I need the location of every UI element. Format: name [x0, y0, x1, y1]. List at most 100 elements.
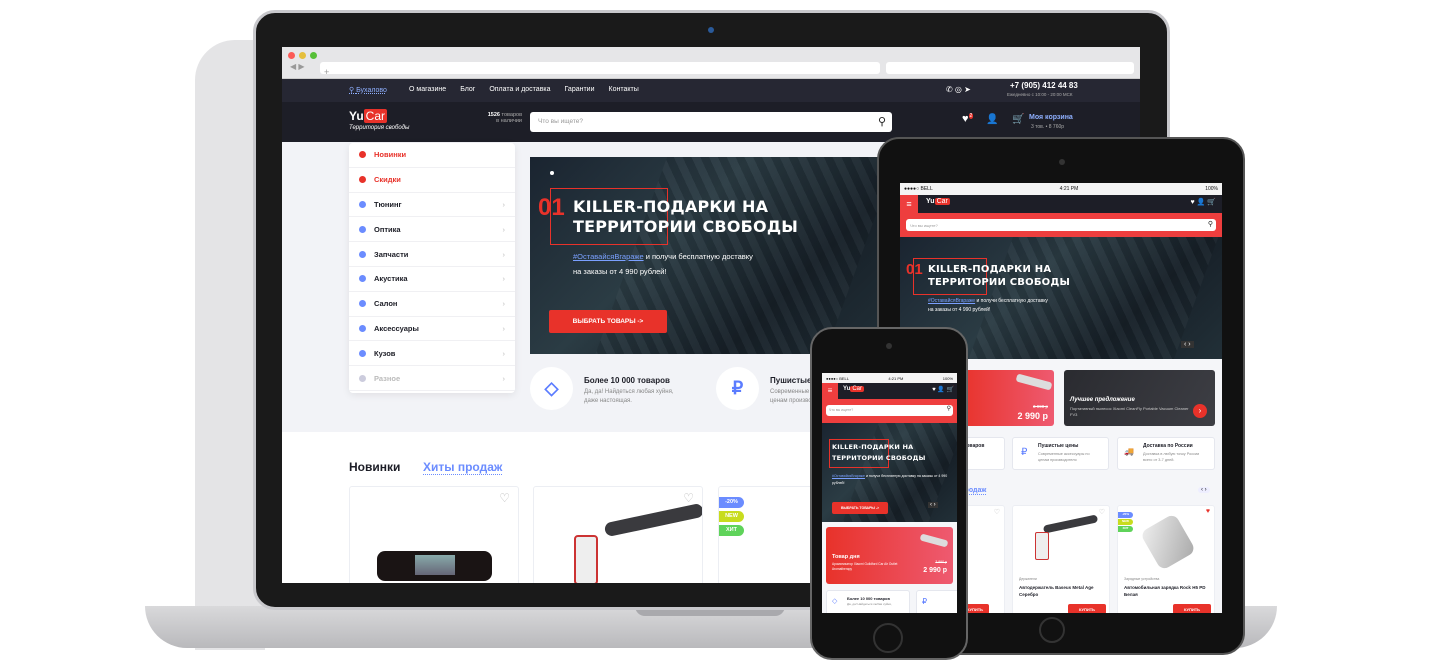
menu-icon[interactable]: ≡: [822, 383, 838, 399]
category-icon: [359, 250, 366, 258]
choose-products-button[interactable]: ВЫБРАТЬ ТОВАРЫ ->: [549, 310, 667, 333]
nav-link[interactable]: Блог: [460, 86, 475, 93]
promo-card[interactable]: Товар дня Ароматизатор Xiaomi Guildford …: [826, 527, 953, 584]
hashtag-link[interactable]: #ОставайсяВгараже: [573, 252, 644, 261]
hero-banner: KILLER-ПОДАРКИ НА ТЕРРИТОРИИ СВОБОДЫ #Ост…: [822, 423, 957, 522]
messenger-icons[interactable]: ✆ ◎ ➤: [946, 85, 971, 94]
product-card[interactable]: ♥ -20% NEW ХИТ Зарядные устройства Автом…: [1117, 505, 1215, 613]
category-icon: [359, 275, 366, 283]
category-icon: [359, 176, 366, 184]
menu-icon[interactable]: ≡: [900, 195, 918, 213]
header: ≡ Yu Car ♥ 👤 🛒: [822, 383, 957, 399]
address-bar[interactable]: +: [320, 62, 880, 77]
chevron-right-icon: ›: [502, 249, 506, 259]
category-item[interactable]: Разное ›: [349, 366, 515, 391]
camera: [708, 27, 714, 33]
city-selector[interactable]: ⚲ Бухалово: [349, 86, 387, 94]
category-item[interactable]: Оптика ›: [349, 217, 515, 243]
hero-banner: 01 KILLER-ПОДАРКИ НА ТЕРРИТОРИИ СВОБОДЫ #…: [530, 157, 890, 354]
category-item[interactable]: Салон ›: [349, 292, 515, 317]
category-icon: [359, 151, 366, 159]
category-item[interactable]: Запчасти ›: [349, 242, 515, 267]
slider-arrows[interactable]: ‹ ›: [1181, 341, 1194, 348]
category-label: Салон: [374, 299, 398, 309]
logo[interactable]: Yu Car: [349, 109, 388, 123]
slider-arrows[interactable]: ‹ ›: [928, 502, 938, 508]
search-band: Что вы ищете? ⚲: [900, 213, 1222, 237]
buy-button[interactable]: КУПИТЬ: [1068, 604, 1106, 613]
hit-badge: ХИТ: [719, 525, 744, 536]
chevron-right-icon: ›: [502, 323, 506, 333]
category-item[interactable]: Кузов ›: [349, 341, 515, 367]
search-input[interactable]: Что вы ищете? ⚲: [530, 112, 892, 132]
tab-new[interactable]: Новинки: [349, 460, 400, 474]
city-label: Бухалово: [356, 87, 387, 94]
header-icons[interactable]: ♥ 👤 🛒: [1191, 198, 1216, 206]
heart-icon[interactable]: ♡: [683, 491, 694, 505]
chevron-right-icon: ›: [502, 224, 506, 234]
nav-link[interactable]: Гарантии: [565, 86, 595, 93]
category-icon: [359, 374, 366, 382]
back-forward-icon[interactable]: ◀ ▶: [290, 62, 305, 71]
wishlist-icon[interactable]: ♥2: [962, 113, 974, 125]
chevron-right-icon: ›: [502, 199, 506, 209]
best-offer-card[interactable]: Лучшее предложение Портативный пылесос X…: [1064, 370, 1215, 426]
nav-link[interactable]: Оплата и доставка: [489, 86, 550, 93]
nav-link[interactable]: О магазине: [409, 86, 446, 93]
chevron-right-icon: ›: [502, 274, 506, 284]
logo[interactable]: Yu Car: [926, 198, 950, 205]
header-icons[interactable]: ♥ 👤 🛒: [932, 386, 954, 393]
heart-icon[interactable]: ♡: [1099, 508, 1105, 516]
search-icon[interactable]: ⚲: [878, 115, 886, 128]
phone-number[interactable]: +7 (905) 412 44 83: [1010, 81, 1078, 90]
product-card[interactable]: ♡: [533, 486, 703, 583]
category-label: Новинки: [374, 150, 407, 160]
heart-filled-icon[interactable]: ♥: [1206, 508, 1210, 515]
tab-bestsellers[interactable]: Хиты продаж: [423, 460, 503, 475]
category-item[interactable]: Скидки: [349, 168, 515, 193]
header: Yu Car Территория свободы 1526 товаров в н…: [282, 102, 1140, 142]
feature-card: 🚚 Доставка по России Доставка в любую то…: [1117, 437, 1215, 470]
buy-button[interactable]: КУПИТЬ: [1173, 604, 1211, 613]
slider-dot[interactable]: [550, 171, 554, 175]
feature-card: ₽: [916, 590, 957, 613]
category-item[interactable]: Тюнинг ›: [349, 193, 515, 218]
category-item[interactable]: Новинки: [349, 143, 515, 168]
browser-search-bar[interactable]: [886, 62, 1134, 74]
new-badge: NEW: [719, 511, 744, 522]
cart-summary: 3 тов. • 8 760р: [1031, 124, 1065, 130]
diamond-icon: ◇: [530, 367, 573, 410]
cart-title[interactable]: Моя корзина: [1029, 114, 1073, 121]
category-item[interactable]: Аксессуары ›: [349, 317, 515, 342]
diamond-icon: ◇: [832, 598, 838, 605]
phone-screen: ●●●●○ BELL 4:21 PM 100% ≡ Yu Car ♥ 👤 🛒 Что …: [822, 373, 957, 613]
product-image: [1015, 373, 1053, 391]
feature-card: ₽ Пушистые цены Современные аксессуары п…: [1012, 437, 1109, 470]
category-label: Акустика: [374, 274, 408, 284]
nav-link[interactable]: Контакты: [609, 86, 639, 93]
category-icon: [359, 225, 366, 233]
hero-title: KILLER-ПОДАРКИ НА ТЕРРИТОРИИ СВОБОДЫ: [928, 264, 1071, 288]
search-icon: ⚲: [946, 406, 951, 412]
user-icon[interactable]: 👤: [986, 114, 998, 125]
camera: [1059, 159, 1065, 165]
slogan: Территория свободы: [349, 125, 410, 131]
browser-chrome: ◀ ▶ +: [282, 47, 1140, 79]
carousel-arrows[interactable]: ‹ ›: [1198, 487, 1210, 493]
search-input[interactable]: Что вы ищете? ⚲: [826, 405, 953, 416]
status-bar: ●●●●○ BELL 4:21 PM 100%: [822, 373, 957, 383]
category-item[interactable]: Акустика ›: [349, 267, 515, 292]
logo[interactable]: Yu Car: [843, 386, 865, 392]
choose-products-button[interactable]: ВЫБРАТЬ ТОВАРЫ ->: [832, 502, 888, 514]
category-label: Аксессуары: [374, 323, 419, 333]
category-label: Кузов: [374, 348, 396, 358]
promo-card[interactable]: 3 990 р 2 990 р: [960, 370, 1054, 426]
product-card[interactable]: ♡: [349, 486, 519, 583]
heart-icon[interactable]: ♡: [499, 491, 510, 505]
truck-icon: 🚚: [1124, 447, 1134, 456]
product-card[interactable]: ♡ Держатели Автодержатель Baseus Metal A…: [1012, 505, 1110, 613]
cart-icon[interactable]: 🛒: [1012, 114, 1024, 125]
hashtag-link[interactable]: #ОставайсяВгараже: [928, 298, 975, 304]
arrow-right-icon[interactable]: ›: [1193, 404, 1207, 418]
search-input[interactable]: Что вы ищете? ⚲: [906, 219, 1216, 231]
